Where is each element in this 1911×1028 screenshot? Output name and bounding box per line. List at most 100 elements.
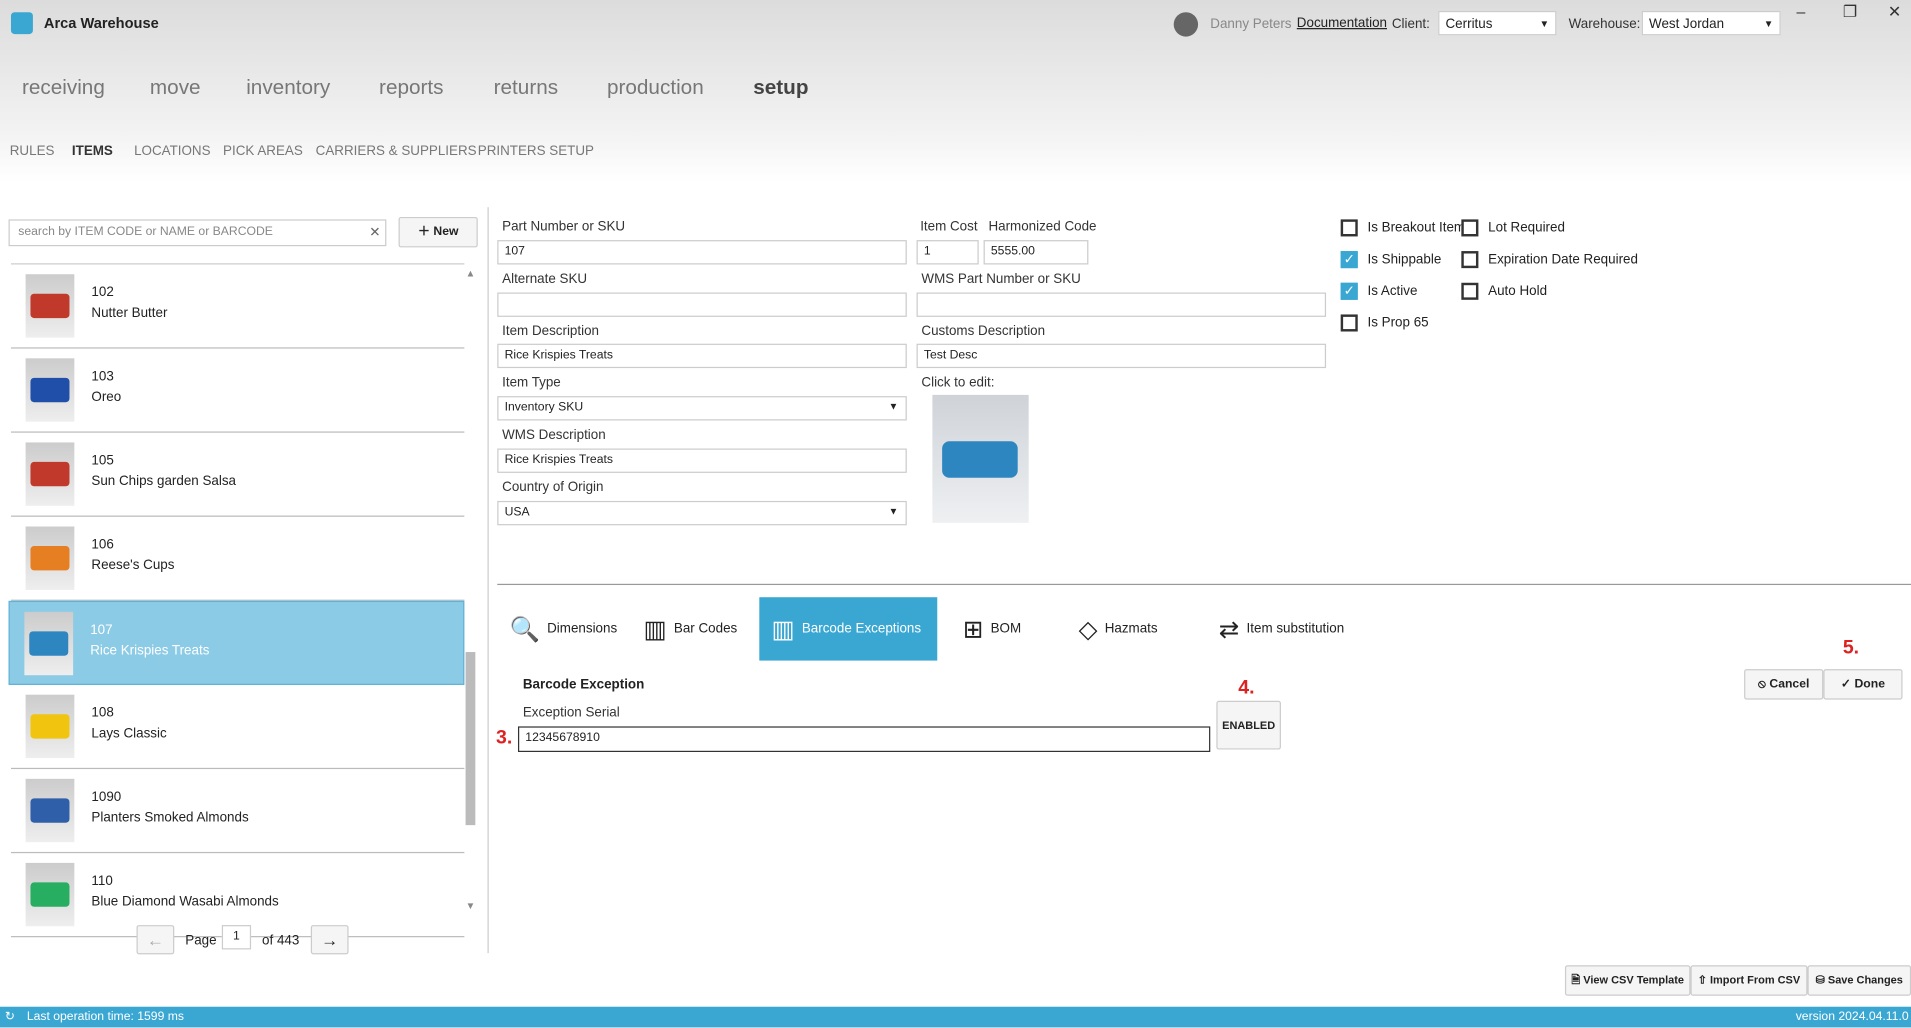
checkbox-box[interactable] (1461, 282, 1479, 300)
subnav-items[interactable]: ITEMS (72, 144, 113, 159)
status-bar: ↻ Last operation time: 1599 ms version 2… (0, 1006, 1911, 1028)
save-changes-label: Save Changes (1827, 973, 1903, 987)
new-item-button[interactable]: ＋ New (398, 216, 478, 248)
checkbox-lot-required[interactable]: Lot Required (1461, 219, 1565, 237)
type-select[interactable]: Inventory SKU ▼ (497, 396, 907, 421)
minimize-icon[interactable]: – (1797, 2, 1806, 20)
tab-label: Hazmats (1104, 621, 1158, 637)
tab-label: Bar Codes (673, 621, 738, 637)
checkbox-is-active[interactable]: ✓ Is Active (1340, 282, 1417, 300)
cancel-label: Cancel (1769, 677, 1810, 692)
hs-label: Harmonized Code (988, 219, 1097, 235)
tab-hazmats[interactable]: ◇ Hazmats (1066, 597, 1169, 660)
tab-barcode-exceptions[interactable]: ▥ Barcode Exceptions (759, 597, 938, 661)
app-window: Arca Warehouse Danny Peters Documentatio… (0, 0, 1911, 1028)
chevron-down-icon: ▼ (888, 400, 899, 412)
subnav-printers-setup[interactable]: PRINTERS SETUP (478, 144, 594, 159)
country-select[interactable]: USA ▼ (497, 500, 907, 526)
chevron-down-icon: ▼ (1763, 18, 1774, 30)
checkbox-box[interactable]: ✓ (1340, 251, 1358, 269)
cancel-button[interactable]: ⦸ Cancel (1744, 669, 1824, 700)
item-list-row[interactable]: 102 Nutter Butter (10, 264, 465, 349)
cost-label: Item Cost (920, 219, 978, 235)
clear-search-icon[interactable]: ✕ (369, 224, 380, 240)
tab-label: Barcode Exceptions (801, 621, 922, 637)
tab-bar-codes[interactable]: ▥ Bar Codes (631, 597, 749, 660)
nav-receiving[interactable]: receiving (22, 76, 105, 100)
alt-sku-input[interactable] (497, 292, 907, 317)
checkbox-box[interactable] (1340, 314, 1358, 332)
next-page-button[interactable]: → (310, 925, 349, 955)
country-value: USA (504, 505, 530, 520)
checkbox-auto-hold[interactable]: Auto Hold (1461, 282, 1547, 300)
close-icon[interactable]: ✕ (1888, 2, 1901, 22)
subnav-carriers-suppliers[interactable]: CARRIERS & SUPPLIERS (316, 144, 477, 159)
checkbox-is-prop-65[interactable]: Is Prop 65 (1340, 314, 1429, 332)
tab-item-substitution[interactable]: ⇄ Item substitution (1207, 597, 1357, 660)
scrollbar-thumb[interactable] (465, 652, 476, 826)
import-csv-button[interactable]: ⇧ Import From CSV (1690, 965, 1808, 996)
part-input[interactable]: 107 (497, 240, 907, 265)
item-list-row[interactable]: 103 Oreo (10, 349, 465, 433)
wms-part-input[interactable] (916, 292, 1327, 317)
restore-icon[interactable]: ❐ (1843, 2, 1857, 22)
item-list-row[interactable]: 106 Reese's Cups (10, 517, 465, 601)
save-changes-button[interactable]: ⛁ Save Changes (1807, 965, 1911, 996)
exception-serial-input[interactable]: 12345678910 (517, 726, 1211, 752)
item-list-row[interactable]: 108 Lays Classic (10, 685, 465, 770)
checkbox-label: Lot Required (1488, 220, 1565, 236)
done-button[interactable]: ✓ Done (1823, 669, 1903, 700)
subnav-locations[interactable]: LOCATIONS (134, 144, 210, 159)
item-list-row[interactable]: 107 Rice Krispies Treats (8, 600, 465, 685)
version-text: version 2024.04.11.0 (1795, 1010, 1909, 1024)
item-code: 1090 (91, 789, 122, 805)
page-input[interactable]: 1 (221, 925, 252, 950)
tab-bom[interactable]: ⊞ BOM (951, 597, 1034, 660)
enabled-toggle-button[interactable]: ENABLED (1216, 700, 1281, 750)
wms-desc-input[interactable]: Rice Krispies Treats (497, 448, 907, 473)
desc-input[interactable]: Rice Krispies Treats (497, 343, 907, 369)
subnav-pick-areas[interactable]: PICK AREAS (223, 144, 303, 159)
annotation-4: 4. (1238, 677, 1255, 699)
scroll-down-icon[interactable]: ▼ (466, 901, 476, 912)
checkbox-box[interactable] (1461, 251, 1479, 269)
item-name: Reese's Cups (91, 558, 175, 573)
item-list-row[interactable]: 105 Sun Chips garden Salsa (10, 433, 465, 517)
cost-input[interactable]: 1 (916, 240, 979, 265)
nav-setup[interactable]: setup (753, 76, 808, 100)
prev-page-button[interactable]: ← (136, 925, 175, 955)
cancel-icon: ⦸ (1758, 677, 1770, 692)
nav-move[interactable]: move (150, 76, 201, 100)
checkbox-box[interactable] (1461, 219, 1479, 237)
checkbox-expiration-date-required[interactable]: Expiration Date Required (1461, 251, 1638, 269)
nav-inventory[interactable]: inventory (246, 76, 330, 100)
search-input[interactable]: search by ITEM CODE or NAME or BARCODE (8, 219, 387, 247)
checkbox-box[interactable] (1340, 219, 1358, 237)
customs-input[interactable]: Test Desc (916, 343, 1327, 369)
chevron-down-icon: ▼ (888, 505, 899, 517)
documentation-link[interactable]: Documentation (1297, 16, 1387, 31)
user-avatar-icon[interactable] (1173, 12, 1199, 37)
warehouse-select[interactable]: West Jordan ▼ (1641, 10, 1781, 36)
item-thumbnail (25, 358, 75, 422)
item-code: 107 (90, 622, 113, 638)
nav-returns[interactable]: returns (494, 76, 559, 100)
item-list-row[interactable]: 1090 Planters Smoked Almonds (10, 769, 465, 854)
item-code: 102 (91, 285, 114, 300)
nav-reports[interactable]: reports (379, 76, 444, 100)
item-image[interactable] (932, 394, 1029, 523)
refresh-icon[interactable]: ↻ (5, 1007, 15, 1028)
user-name[interactable]: Danny Peters (1210, 17, 1291, 32)
scroll-up-icon[interactable]: ▲ (466, 268, 476, 279)
checkbox-is-breakout-item[interactable]: Is Breakout Item (1340, 219, 1465, 237)
annotation-5: 5. (1842, 637, 1860, 659)
view-csv-template-button[interactable]: 🗎 View CSV Template (1564, 965, 1691, 996)
checkbox-box[interactable]: ✓ (1340, 282, 1358, 300)
subnav-rules[interactable]: RULES (10, 144, 55, 159)
item-thumbnail (25, 526, 75, 590)
nav-production[interactable]: production (607, 76, 704, 100)
hs-input[interactable]: 5555.00 (983, 240, 1089, 265)
tab-dimensions[interactable]: 🔍 Dimensions (497, 597, 629, 660)
checkbox-is-shippable[interactable]: ✓ Is Shippable (1340, 251, 1441, 269)
client-select[interactable]: Cerritus ▼ (1438, 10, 1557, 36)
